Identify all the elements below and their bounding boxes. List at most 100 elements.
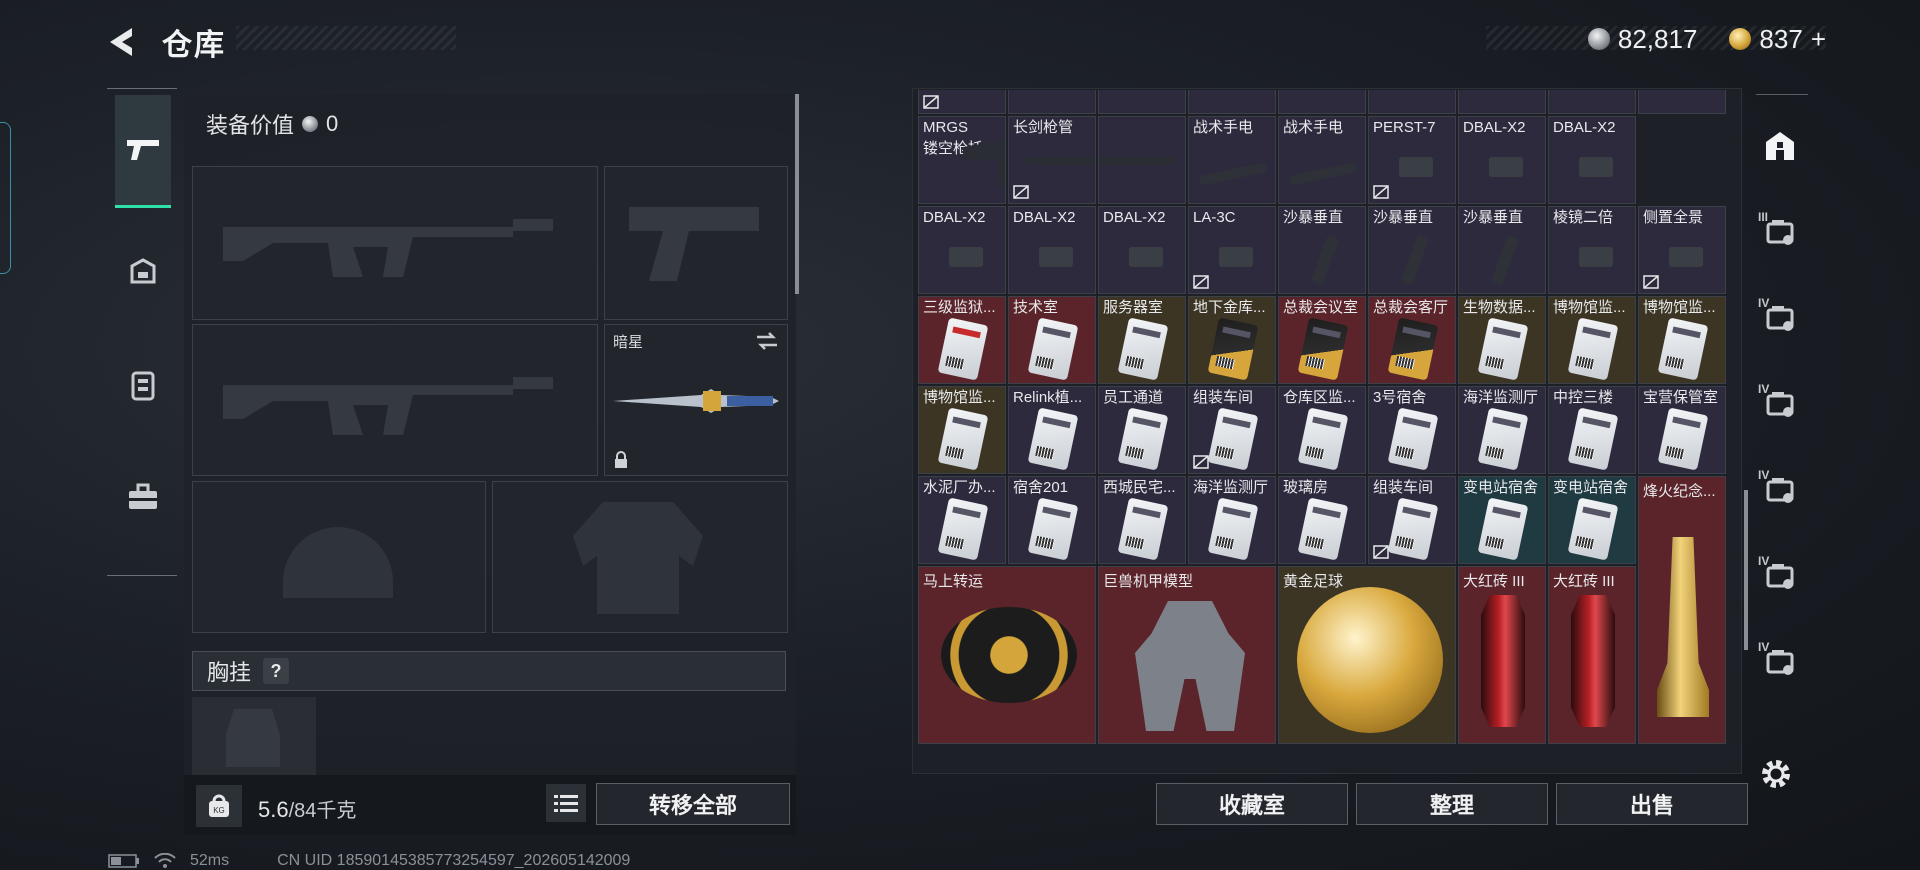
stash-item[interactable] [1368, 90, 1456, 114]
stash-item[interactable] [1098, 116, 1186, 204]
nav-toolbox[interactable] [115, 469, 171, 525]
stash-item[interactable]: 博物馆监... [1638, 296, 1726, 384]
stash-item[interactable] [1008, 90, 1096, 114]
stash-item[interactable] [1548, 90, 1636, 114]
stash-item-large[interactable]: 马上转运 [918, 566, 1096, 744]
currency-bar: 82,817 837 + [1486, 24, 1826, 54]
stash-item[interactable]: 宝营保管室 [1638, 386, 1726, 474]
card-barcode [1575, 355, 1595, 370]
stash-item[interactable]: 战术手电 [1278, 116, 1366, 204]
stash-item[interactable]: Relink植... [1008, 386, 1096, 474]
stash-item[interactable]: 棱镜二倍 [1548, 206, 1636, 294]
settings-button[interactable] [1758, 756, 1802, 800]
stash-item[interactable] [1188, 90, 1276, 114]
stash-item[interactable]: 服务器室 [1098, 296, 1186, 384]
nav-weapons[interactable] [115, 95, 171, 208]
primary-weapon-slot[interactable] [192, 166, 598, 320]
stash-item[interactable]: DBAL-X2 [1548, 116, 1636, 204]
stash-item-large[interactable]: 黄金足球 [1278, 566, 1456, 744]
stash-item[interactable]: MRGS 镂空枪托 [918, 116, 1006, 204]
stash-item[interactable]: 侧置全景 [1638, 206, 1726, 294]
card-barcode [1215, 445, 1235, 460]
stash-item[interactable]: LA-3C [1188, 206, 1276, 294]
stash-page-6[interactable]: IV [1756, 552, 1804, 600]
list-view-button[interactable] [546, 784, 586, 822]
stash-item[interactable]: 组装车间 [1368, 476, 1456, 564]
stash-item[interactable]: DBAL-X2 [918, 206, 1006, 294]
stash-item[interactable]: 生物数据... [1458, 296, 1546, 384]
stash-item[interactable]: 3号宿舍 [1368, 386, 1456, 474]
stash-item[interactable]: 沙暴垂直 [1458, 206, 1546, 294]
stash-scrollbar[interactable] [1744, 490, 1748, 650]
loadout-scrollbar[interactable] [795, 94, 799, 294]
stash-item[interactable]: 总裁会议室 [1278, 296, 1366, 384]
stash-item[interactable]: 玻璃房 [1278, 476, 1366, 564]
stash-item[interactable]: 地下金库... [1188, 296, 1276, 384]
armor-slot[interactable] [492, 481, 788, 633]
stash-item[interactable]: DBAL-X2 [1098, 206, 1186, 294]
sidearm-slot[interactable] [604, 166, 788, 320]
stash-page-4[interactable]: IV [1756, 380, 1804, 428]
stash-item[interactable]: 沙暴垂直 [1278, 206, 1366, 294]
stash-item[interactable]: 沙暴垂直 [1368, 206, 1456, 294]
add-currency-button[interactable]: + [1811, 24, 1826, 55]
stash-page-2[interactable]: III [1756, 208, 1804, 256]
stash-item[interactable]: 变电站宿舍 [1458, 476, 1546, 564]
nav-helmet[interactable] [115, 245, 171, 301]
stash-page-5[interactable]: IV [1756, 466, 1804, 514]
sort-button[interactable]: 整理 [1356, 783, 1548, 825]
stash-item[interactable]: 博物馆监... [918, 386, 1006, 474]
stash-item[interactable]: PERST-7 [1368, 116, 1456, 204]
stash-item[interactable]: 海洋监测厅 [1188, 476, 1276, 564]
item-name: 大红砖 III [1463, 573, 1525, 590]
stash-item[interactable]: 宿舍201 [1008, 476, 1096, 564]
stash-item[interactable] [918, 90, 1006, 114]
stash-item[interactable]: 水泥厂办... [918, 476, 1006, 564]
chest-rig-slot[interactable] [192, 697, 316, 777]
stash-item[interactable]: 海洋监测厅 [1458, 386, 1546, 474]
transfer-all-button[interactable]: 转移全部 [596, 783, 790, 825]
item-name: Relink植... [1013, 389, 1083, 406]
help-button[interactable]: ? [263, 658, 290, 684]
stash-item[interactable] [1098, 90, 1186, 114]
stash-item[interactable]: 技术室 [1008, 296, 1096, 384]
weight-value: 5.6 [258, 797, 289, 822]
item-name: 海洋监测厅 [1193, 479, 1269, 496]
melee-slot[interactable]: 暗星 [604, 324, 788, 476]
stash-item[interactable] [1278, 90, 1366, 114]
stash-item[interactable]: DBAL-X2 [1008, 206, 1096, 294]
stash-item[interactable] [1458, 90, 1546, 114]
stash-page-1[interactable] [1756, 122, 1804, 170]
item-name: 变电站宿舍 [1463, 479, 1539, 496]
stash-item[interactable]: 变电站宿舍 [1548, 476, 1636, 564]
weight-readout: 5.6/84千克 [258, 794, 356, 823]
stash-item[interactable]: 组装车间 [1188, 386, 1276, 474]
sell-button[interactable]: 出售 [1556, 783, 1748, 825]
keycard-icon [1297, 497, 1349, 561]
stash-item[interactable]: 西城民宅... [1098, 476, 1186, 564]
stash-page-3[interactable]: IV [1756, 294, 1804, 342]
swap-icon[interactable] [755, 331, 779, 351]
stash-item-tall[interactable]: 大红砖 III [1548, 566, 1636, 744]
nav-rig[interactable] [115, 357, 171, 413]
stash-item[interactable]: 总裁会客厅 [1368, 296, 1456, 384]
secondary-weapon-slot[interactable] [192, 324, 598, 476]
card-barcode [1665, 445, 1685, 460]
stash-item[interactable]: 博物馆监... [1548, 296, 1636, 384]
back-button[interactable] [104, 22, 144, 62]
stash-item[interactable]: 中控三楼 [1548, 386, 1636, 474]
stash-item-tall[interactable]: 烽火纪念... [1638, 476, 1726, 744]
collection-room-button[interactable]: 收藏室 [1156, 783, 1348, 825]
helmet-slot[interactable] [192, 481, 486, 633]
stash-item[interactable]: 员工通道 [1098, 386, 1186, 474]
stash-page-7[interactable]: IV [1756, 638, 1804, 686]
stash-item[interactable]: 仓库区监... [1278, 386, 1366, 474]
stash-item[interactable]: 战术手电 [1188, 116, 1276, 204]
stash-item-tall[interactable]: 大红砖 III [1458, 566, 1546, 744]
stash-item[interactable]: 三级监狱... [918, 296, 1006, 384]
stash-item[interactable] [1638, 90, 1726, 114]
stash-item[interactable]: 长剑枪管 [1008, 116, 1096, 204]
stash-item-large[interactable]: 巨兽机甲模型 [1098, 566, 1276, 744]
left-edge-tab[interactable] [0, 122, 11, 274]
stash-item[interactable]: DBAL-X2 [1458, 116, 1546, 204]
